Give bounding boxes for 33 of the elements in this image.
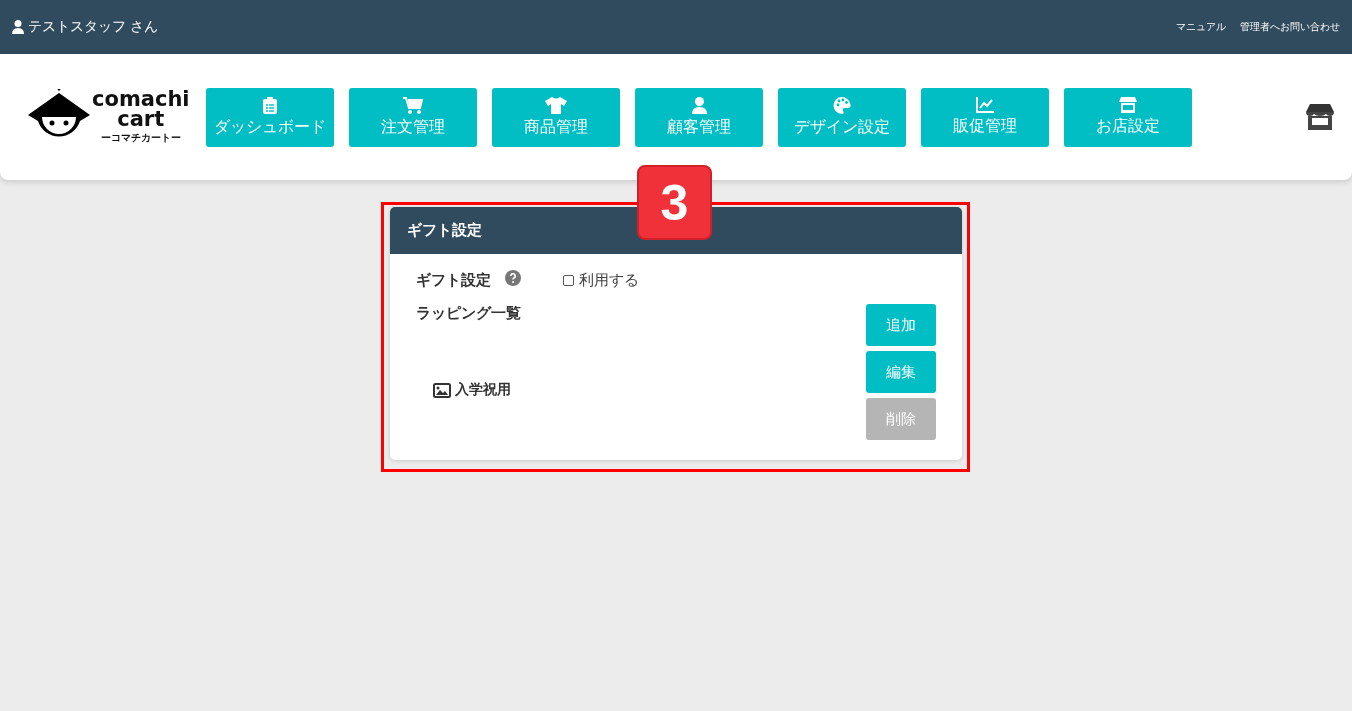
nav-button[interactable]: 販促管理 bbox=[921, 87, 1049, 147]
card-title: ギフト設定 bbox=[407, 221, 482, 240]
nav-button[interactable]: デザイン設定 bbox=[778, 87, 906, 147]
user-icon bbox=[691, 96, 707, 114]
shirt-icon bbox=[545, 96, 567, 114]
header-link[interactable]: 管理者へお問い合わせ bbox=[1240, 20, 1340, 34]
action-button[interactable]: 編集 bbox=[866, 351, 936, 393]
logo-text: cart bbox=[117, 109, 165, 129]
nav-button[interactable]: ダッシュボード bbox=[206, 87, 334, 147]
palette-icon bbox=[833, 96, 851, 114]
checkbox[interactable] bbox=[563, 274, 574, 286]
line-chart-icon bbox=[976, 97, 994, 113]
nav-button[interactable]: お店設定 bbox=[1064, 87, 1192, 147]
wrapping-name: 入学祝用 bbox=[455, 381, 511, 399]
setting-label: ギフト設定 bbox=[416, 270, 491, 290]
section-title: ラッピング一覧 bbox=[416, 304, 521, 323]
store-icon[interactable] bbox=[1306, 104, 1334, 130]
nav-button[interactable]: 注文管理 bbox=[349, 87, 477, 147]
header-link[interactable]: マニュアル bbox=[1176, 20, 1226, 34]
logo-subtitle: ーコマチカートー bbox=[100, 131, 181, 145]
checkbox-label: 利用する bbox=[579, 270, 639, 290]
help-icon[interactable] bbox=[505, 270, 521, 286]
step-number-badge: 3 bbox=[637, 165, 712, 240]
user-name: テストスタッフ さん bbox=[28, 18, 159, 36]
cart-icon bbox=[403, 96, 423, 114]
clipboard-icon bbox=[263, 96, 277, 114]
user-icon bbox=[12, 20, 24, 34]
nav-button[interactable]: 顧客管理 bbox=[635, 87, 763, 147]
store-icon bbox=[1119, 97, 1137, 113]
image-icon bbox=[433, 382, 451, 398]
action-button[interactable]: 追加 bbox=[866, 304, 936, 346]
nav-button[interactable]: 商品管理 bbox=[492, 87, 620, 147]
logo-text: comachi bbox=[92, 89, 190, 109]
